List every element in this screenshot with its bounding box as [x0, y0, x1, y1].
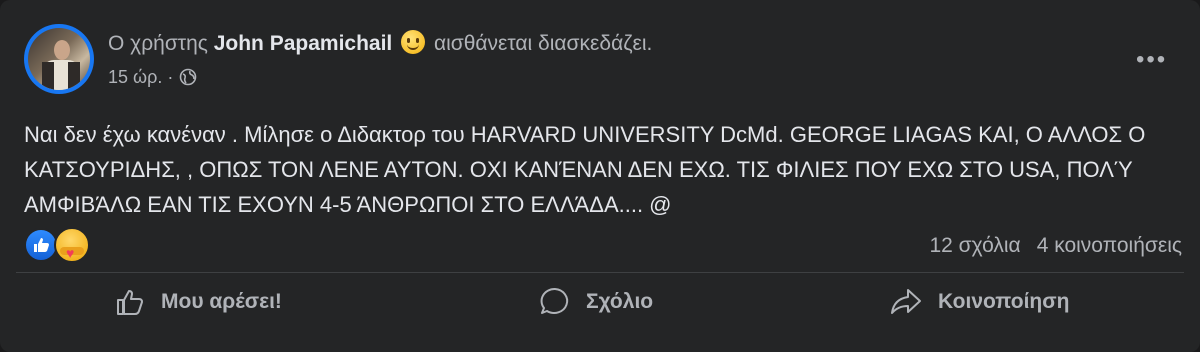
comment-count[interactable]: 12 σχόλια — [929, 234, 1020, 257]
post-meta: 15 ώρ. · — [108, 67, 197, 91]
post-time[interactable]: 15 ώρ. · — [108, 67, 173, 87]
post-text: Ναι δεν έχω κανέναν . Μίλησε ο Διδακτορ … — [24, 122, 1146, 217]
avatar[interactable] — [24, 24, 94, 94]
post-card: Ο χρήστης John Papamichail αισθάνεται δι… — [0, 0, 1200, 352]
share-arrow-icon — [891, 289, 921, 314]
headline-prefix: Ο χρήστης — [108, 32, 208, 55]
reactions-summary[interactable]: ♥ — [24, 227, 94, 263]
author-name[interactable]: John Papamichail — [214, 32, 393, 55]
care-reaction-icon: ♥ — [54, 227, 90, 263]
like-label: Μου αρέσει! — [161, 290, 282, 313]
share-button[interactable]: Κοινοποίηση — [888, 283, 1069, 321]
share-count[interactable]: 4 κοινοποιήσεις — [1037, 234, 1182, 257]
post-headline: Ο χρήστης John Papamichail αισθάνεται δι… — [108, 30, 652, 56]
more-options-icon[interactable]: ••• — [1136, 46, 1167, 74]
feeling-text: αισθάνεται διασκεδάζει. — [433, 32, 653, 55]
thumbs-up-icon — [117, 290, 143, 315]
divider — [16, 272, 1184, 273]
comment-bubble-icon — [540, 287, 569, 314]
like-reaction-icon — [24, 228, 58, 262]
globe-icon[interactable] — [179, 68, 197, 91]
post-counts: 12 σχόλια 4 κοινοποιήσεις — [929, 234, 1182, 258]
comment-label: Σχόλιο — [586, 290, 654, 313]
comment-button[interactable]: Σχόλιο — [538, 283, 653, 321]
share-label: Κοινοποίηση — [938, 290, 1070, 313]
profile-photo — [28, 28, 90, 90]
slightly-smiling-emoji-icon — [401, 30, 426, 54]
like-button[interactable]: Μου αρέσει! — [113, 283, 282, 321]
